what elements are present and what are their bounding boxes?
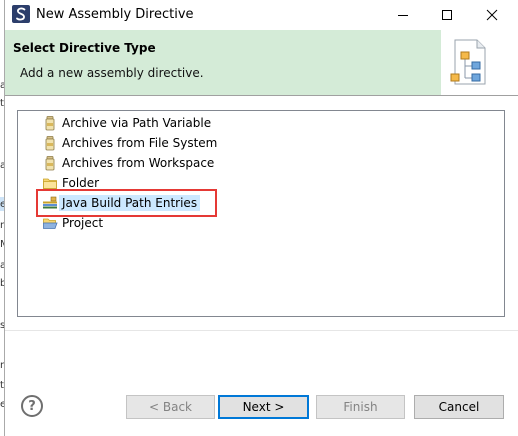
minimize-icon — [398, 15, 408, 16]
footer-divider — [5, 330, 518, 331]
help-button[interactable]: ? — [21, 395, 43, 417]
tree-item-label: Archive via Path Variable — [62, 116, 212, 130]
maximize-icon — [442, 10, 452, 20]
banner-divider — [5, 95, 518, 96]
tree-item-archives-workspace[interactable]: Archives from Workspace — [42, 154, 214, 172]
tree-item-label: Archives from Workspace — [62, 156, 215, 170]
dialog-window: New Assembly Directive Select Directive … — [4, 0, 518, 436]
close-button[interactable] — [470, 0, 514, 30]
back-button[interactable]: < Back — [126, 395, 215, 419]
jar-icon — [42, 135, 58, 151]
banner-title: Select Directive Type — [13, 41, 156, 55]
tree-item-archive-path-variable[interactable]: Archive via Path Variable — [42, 114, 211, 132]
tree-item-label: Project — [62, 216, 104, 230]
window-title: New Assembly Directive — [36, 7, 194, 22]
maximize-button[interactable] — [425, 0, 469, 30]
title-bar[interactable]: New Assembly Directive — [5, 0, 518, 30]
finish-button[interactable]: Finish — [316, 395, 405, 419]
close-icon — [486, 9, 498, 21]
jar-icon — [42, 155, 58, 171]
highlight-box — [36, 189, 217, 217]
tree-item-archives-file-system[interactable]: Archives from File System — [42, 134, 217, 152]
app-icon — [12, 5, 30, 23]
tree-item-label: Folder — [62, 176, 100, 190]
cancel-button[interactable]: Cancel — [414, 395, 504, 419]
project-folder-icon — [42, 215, 58, 231]
help-icon: ? — [28, 398, 36, 414]
jar-icon — [42, 115, 58, 131]
tree-item-label: Archives from File System — [62, 136, 218, 150]
next-button[interactable]: Next > — [218, 395, 309, 419]
wizard-banner: Select Directive Type Add a new assembly… — [5, 30, 518, 95]
banner-image — [441, 30, 518, 95]
minimize-button[interactable] — [381, 0, 425, 30]
assembly-wizard-icon — [450, 39, 486, 85]
banner-description: Add a new assembly directive. — [20, 66, 204, 80]
